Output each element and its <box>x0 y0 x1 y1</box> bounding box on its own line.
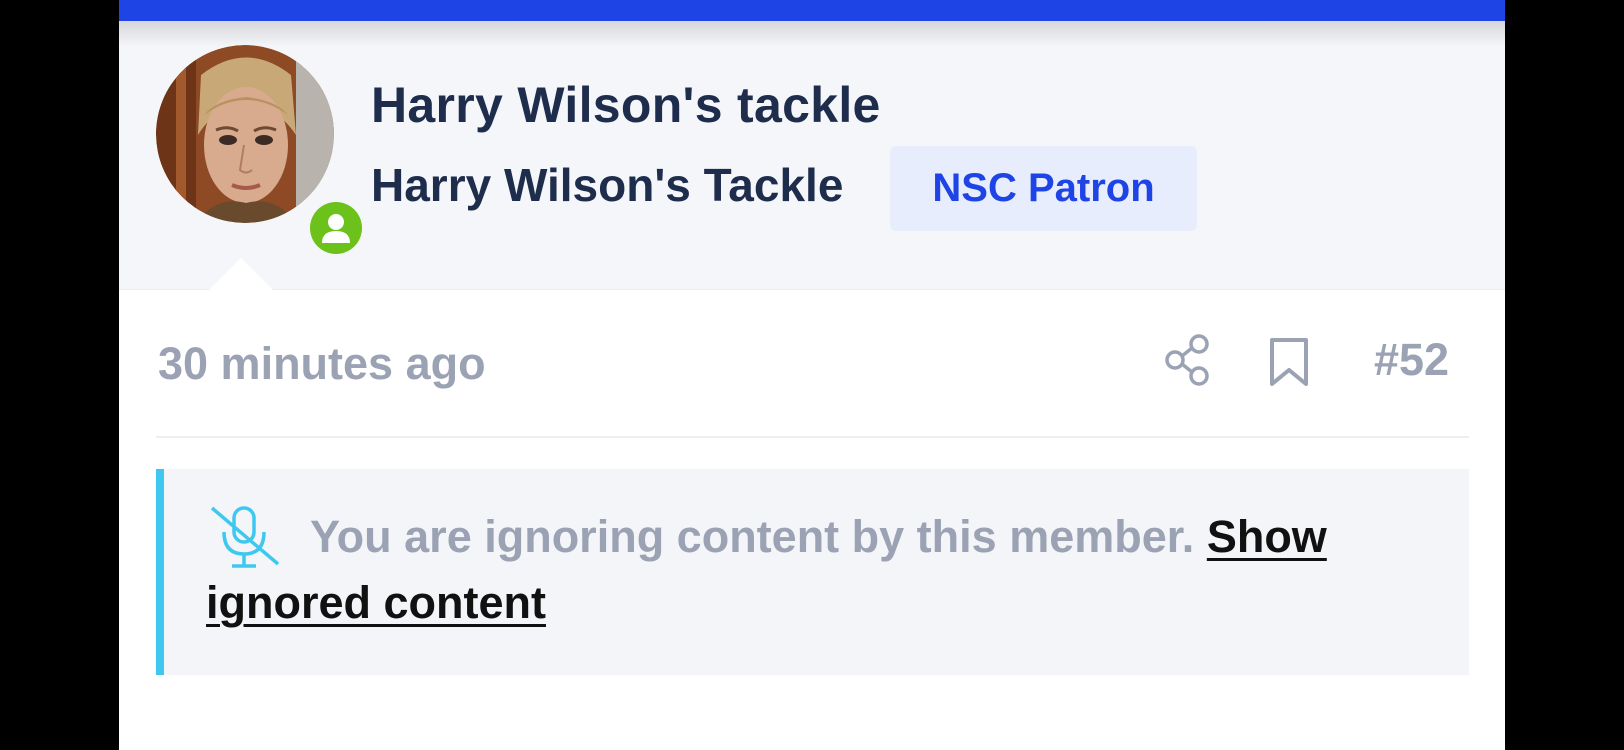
user-arrow-pointer <box>209 258 273 290</box>
header-shadow <box>119 21 1505 47</box>
avatar-container[interactable] <box>156 45 366 258</box>
post-screen: Harry Wilson's tackle Harry Wilson's Tac… <box>119 0 1505 750</box>
ignored-content-text: You are ignoring content by this member.… <box>206 504 1436 636</box>
post-timestamp[interactable]: 30 minutes ago <box>158 338 486 390</box>
username-link[interactable]: Harry Wilson's tackle <box>371 76 881 134</box>
bookmark-icon[interactable] <box>1268 337 1310 387</box>
user-banner-badge: NSC Patron <box>890 146 1197 231</box>
online-status-badge <box>306 198 366 258</box>
ignored-message: You are ignoring content by this member. <box>310 511 1195 562</box>
microphone-slash-icon <box>210 506 280 568</box>
post-divider <box>156 436 1469 438</box>
share-icon[interactable] <box>1165 334 1211 386</box>
user-status-icon <box>310 202 362 254</box>
avatar[interactable] <box>156 45 334 223</box>
top-accent-bar <box>119 0 1505 21</box>
message-user-header: Harry Wilson's tackle Harry Wilson's Tac… <box>119 21 1505 290</box>
user-title: Harry Wilson's Tackle <box>371 159 844 211</box>
post-number-link[interactable]: #52 <box>1374 334 1449 386</box>
ignored-content-notice: You are ignoring content by this member.… <box>156 469 1469 675</box>
